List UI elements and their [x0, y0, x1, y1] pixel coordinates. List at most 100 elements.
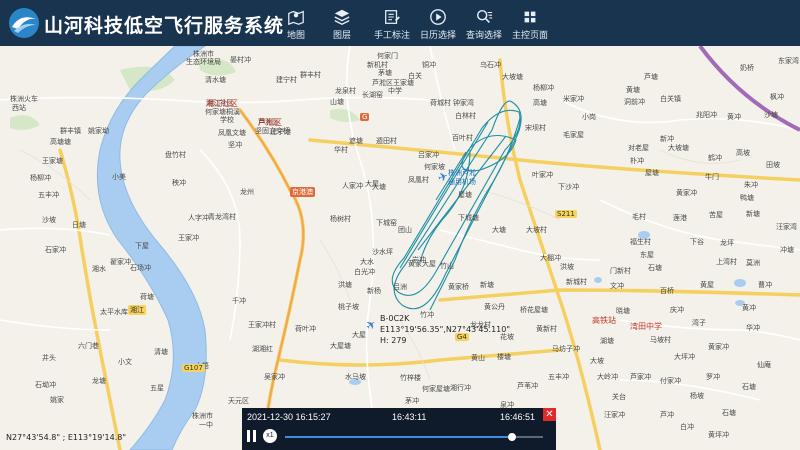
place-label: 天元区 — [228, 397, 249, 405]
place-label: 荷塘 — [140, 293, 154, 301]
place-label: 黄塘 — [626, 86, 640, 94]
place-label: 团山 — [398, 226, 412, 234]
playback-slider[interactable] — [285, 433, 543, 441]
place-label: 晏村冲 — [230, 56, 251, 64]
place-label: 荷城村 — [430, 99, 451, 107]
place-label: 五丰冲 — [548, 373, 569, 381]
place-label: 朱冲 — [744, 181, 758, 189]
place-label: 坚冲 — [228, 141, 242, 149]
nav-label: 地图 — [286, 31, 305, 41]
app-title: 山河科技低空飞行服务系统 — [44, 15, 285, 37]
place-label: 五丰冲 — [38, 191, 59, 199]
nav-main-control[interactable]: 主控页面 — [508, 0, 552, 46]
place-label: 山塘 — [330, 98, 344, 106]
place-label: 叶家冲 — [532, 171, 553, 179]
nav-calendar-select[interactable]: 日历选择 — [416, 0, 460, 46]
place-label: 吕家冲 — [418, 151, 439, 159]
road-shield: G107 — [182, 364, 205, 372]
road-shield: 湘江 — [128, 305, 146, 315]
aircraft-info: B-0C2K E113°19'56.35",N27°43'45.110" H: … — [380, 313, 510, 346]
place-label: 马坡村 — [650, 336, 671, 344]
speed-button[interactable]: x1 — [263, 429, 277, 443]
place-label: 遮塘 — [349, 137, 363, 145]
place-label: 凤凰文塘 — [218, 129, 246, 137]
place-label: 高塘塘 — [50, 138, 71, 146]
main-nav: 地图 图层 手工标注 日历选择 查询选择 主控页面 — [274, 0, 554, 46]
pause-icon — [247, 430, 250, 442]
edit-note-icon — [385, 10, 400, 24]
place-label: 湖湘红 — [252, 345, 273, 353]
place-label: 黄山 — [471, 354, 485, 362]
close-button[interactable]: ✕ — [543, 408, 556, 421]
place-label: 新塘 — [746, 210, 760, 218]
layers-icon — [334, 9, 350, 25]
nav-layers[interactable]: 图层 — [320, 0, 364, 46]
place-label: 福生村 — [630, 238, 651, 246]
place-label: 石塘 — [648, 264, 662, 272]
place-label: 屋塘 — [645, 169, 659, 177]
map-canvas[interactable]: ✈ 株洲芦淞 通用机场 ✈ 株洲火车 西站 株洲市 生态环境局 晏村冲 建宁村 清水塘 群丰村… — [0, 46, 800, 450]
place-label: 奶桥 — [740, 64, 754, 72]
nav-manual-annotation[interactable]: 手工标注 — [370, 0, 414, 46]
nav-query-select[interactable]: 查询选择 — [462, 0, 506, 46]
aircraft-height: H: 279 — [380, 336, 407, 345]
playback-current-time: 16:43:11 — [392, 412, 427, 422]
place-label: 下城窑 — [376, 219, 397, 227]
place-label: 下沙冲 — [558, 183, 579, 191]
place-label: 生态环境局 — [186, 58, 221, 66]
place-label: 莫洲 — [746, 259, 760, 267]
place-label: 杨柳冲 — [533, 84, 554, 92]
place-label: 下城塘 — [458, 214, 479, 222]
place-label: 东屋 — [640, 251, 654, 259]
place-label: 小文 — [118, 358, 132, 366]
place-label: 沙水坪 — [372, 248, 393, 256]
nav-map[interactable]: 地图 — [274, 0, 318, 46]
place-label: 乌石冲 — [480, 61, 501, 69]
aircraft-position: E113°19'56.35",N27°43'45.110" — [380, 325, 511, 334]
place-label: 新塘 — [480, 281, 494, 289]
place-label: 苦屋 — [709, 211, 723, 219]
playback-progress-fill — [285, 436, 513, 438]
nav-label: 日历选择 — [419, 31, 456, 41]
place-label: 兆阳冲 — [696, 111, 717, 119]
airport-label-line2: 通用机场 — [448, 178, 476, 186]
place-label: 群丰村 — [300, 71, 321, 79]
place-label: 百叶村 — [452, 134, 473, 142]
place-label: 学校 — [220, 116, 234, 124]
place-label: 荷叶冲 — [295, 325, 316, 333]
place-label: 湘水 — [92, 265, 106, 273]
place-label: 大坡塘 — [668, 144, 689, 152]
place-label: 黄新村 — [536, 325, 557, 333]
highlight-place-label: 高铁站 — [592, 316, 616, 325]
place-label: 毛家屋 — [563, 131, 584, 139]
place-label: 大坡塘 — [502, 73, 523, 81]
place-label: 龙州 — [240, 188, 254, 196]
place-label: 马坊子冲 — [552, 345, 580, 353]
place-label: 建宁村 — [276, 76, 297, 84]
place-label: 群丰镇 — [60, 127, 81, 135]
play-circle-icon — [430, 9, 446, 25]
place-label: 黄坪冲 — [708, 431, 729, 439]
place-label: 清水塘 — [205, 76, 226, 84]
highlight-place-label: 湘江社区 — [206, 99, 238, 108]
place-label: 大水 — [360, 258, 374, 266]
place-label: 洞前冲 — [624, 98, 645, 106]
place-label: 上湾村 — [716, 258, 737, 266]
place-label: 大岭冲 — [597, 373, 618, 381]
place-label: 白关镇 — [660, 95, 681, 103]
place-label: 冲塘 — [780, 246, 794, 254]
place-label: 黄家冲 — [708, 343, 729, 351]
map-pin-icon — [288, 10, 304, 26]
place-label: 白光冲 — [354, 268, 375, 276]
playback-bar: 2021-12-30 16:15:27 16:43:11 16:46:51 ✕ … — [242, 408, 556, 450]
cursor-coordinates: N27°43'54.8" ; E113°19'14.8" — [6, 433, 127, 442]
place-label: 日塘 — [72, 221, 86, 229]
place-label: 黄家冲 — [676, 189, 697, 197]
pause-button[interactable] — [247, 430, 257, 442]
place-label: 东家湾 — [778, 57, 799, 65]
place-label: 沙坡 — [42, 216, 56, 224]
place-label: 大塘 — [492, 226, 506, 234]
road-shield: 京港澳 — [290, 187, 315, 197]
place-label: 曹冲 — [758, 281, 772, 289]
playback-slider-handle[interactable] — [508, 433, 517, 441]
